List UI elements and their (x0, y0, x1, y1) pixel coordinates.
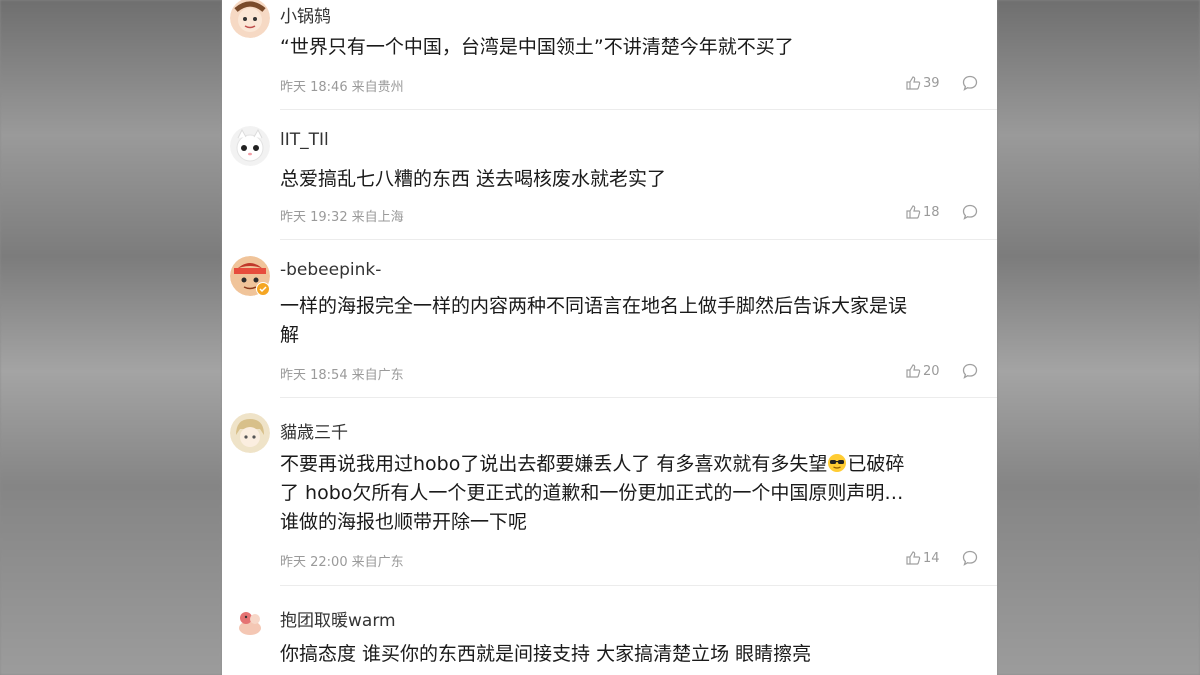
avatar-small-figure[interactable] (230, 602, 270, 642)
comment-item: 貓歳三千 不要再说我用过hobo了说出去都要嫌丢人了 有多喜欢就有多失望 已破碎 … (222, 398, 997, 586)
like-count: 20 (923, 363, 940, 379)
like-button[interactable]: 14 (905, 550, 940, 566)
username[interactable]: 抱团取暖warm (280, 606, 396, 631)
comment-meta: 昨天 19:32 来自上海 (280, 206, 408, 225)
avatar-anime-girl[interactable] (230, 413, 270, 453)
comment-item: -bebeepink- 一样的海报完全一样的内容两种不同语言在地名上做手脚然后告… (222, 240, 997, 398)
like-button[interactable]: 20 (905, 363, 940, 379)
comment-time: 昨天 22:00 (280, 555, 348, 570)
comment-meta: 昨天 18:46 来自贵州 (280, 76, 408, 95)
like-button[interactable]: 39 (905, 75, 940, 91)
comment-text-line: 不要再说我用过hobo了说出去都要嫌丢人了 有多喜欢就有多失望 已破碎 (280, 450, 980, 479)
comment-item: 抱团取暖warm 你搞态度 谁买你的东西就是间接支持 大家搞清楚立场 眼睛擦亮 (222, 586, 997, 675)
comment-text-line: 了 hobo欠所有人一个更正式的道歉和一份更加正式的一个中国原则声明… (280, 482, 904, 504)
comment-text: “世界只有一个中国，台湾是中国领土”不讲清楚今年就不买了 (280, 36, 794, 58)
comment-text-line: 解 (280, 324, 300, 346)
comment-meta: 昨天 22:00 来自广东 (280, 551, 408, 570)
reply-icon[interactable] (961, 362, 979, 380)
comment-location: 来自上海 (351, 210, 404, 225)
like-count: 14 (923, 550, 940, 566)
comment-meta: 昨天 18:54 来自广东 (280, 364, 408, 383)
comment-text-segment: 已破碎 (847, 453, 905, 475)
thumbs-up-icon (906, 205, 921, 219)
reply-icon[interactable] (961, 74, 979, 92)
comment-text-line: 一样的海报完全一样的内容两种不同语言在地名上做手脚然后告诉大家是误 (280, 295, 908, 317)
username[interactable]: -bebeepink- (280, 260, 381, 280)
reply-icon[interactable] (961, 203, 979, 221)
comment-time: 昨天 19:32 (280, 210, 348, 225)
thumbs-up-icon (906, 76, 921, 90)
comment-text: 一样的海报完全一样的内容两种不同语言在地名上做手脚然后告诉大家是误 解 (280, 292, 980, 350)
comment-text: 不要再说我用过hobo了说出去都要嫌丢人了 有多喜欢就有多失望 已破碎 了 hob… (280, 450, 980, 537)
like-count: 39 (923, 75, 940, 91)
comment-list: 小锅鸫 “世界只有一个中国，台湾是中国领土”不讲清楚今年就不买了 昨天 18:4… (222, 0, 997, 675)
blurred-background-right (997, 0, 1200, 675)
comment-time: 昨天 18:54 (280, 368, 348, 383)
comment-item: lIT_TIl 总爱搞乱七八糟的东西 送去喝核废水就老实了 昨天 19:32 来自… (222, 110, 997, 240)
comment-text: 总爱搞乱七八糟的东西 送去喝核废水就老实了 (280, 168, 667, 190)
verified-badge-icon (256, 282, 270, 296)
like-button[interactable]: 18 (905, 204, 940, 220)
comment-time: 昨天 18:46 (280, 80, 348, 95)
comment-item: 小锅鸫 “世界只有一个中国，台湾是中国领土”不讲清楚今年就不买了 昨天 18:4… (222, 0, 997, 110)
thumbs-up-icon (906, 364, 921, 378)
comment-text-line: 谁做的海报也顺带开除一下呢 (280, 511, 528, 533)
comment-location: 来自贵州 (351, 80, 404, 95)
comment-text: 你搞态度 谁买你的东西就是间接支持 大家搞清楚立场 眼睛擦亮 (280, 643, 812, 665)
username[interactable]: 貓歳三千 (280, 418, 348, 443)
like-count: 18 (923, 204, 940, 220)
blurred-background-left (0, 0, 222, 675)
comment-location: 来自广东 (351, 555, 404, 570)
sunglasses-emoji-icon (828, 454, 847, 472)
avatar-white-cat[interactable] (230, 126, 270, 166)
comment-text-segment: 不要再说我用过hobo了说出去都要嫌丢人了 有多喜欢就有多失望 (280, 453, 828, 475)
username[interactable]: lIT_TIl (280, 130, 329, 150)
comment-location: 来自广东 (351, 368, 404, 383)
thumbs-up-icon (906, 551, 921, 565)
username[interactable]: 小锅鸫 (280, 2, 331, 27)
reply-icon[interactable] (961, 549, 979, 567)
avatar-cartoon-face[interactable] (230, 0, 270, 38)
